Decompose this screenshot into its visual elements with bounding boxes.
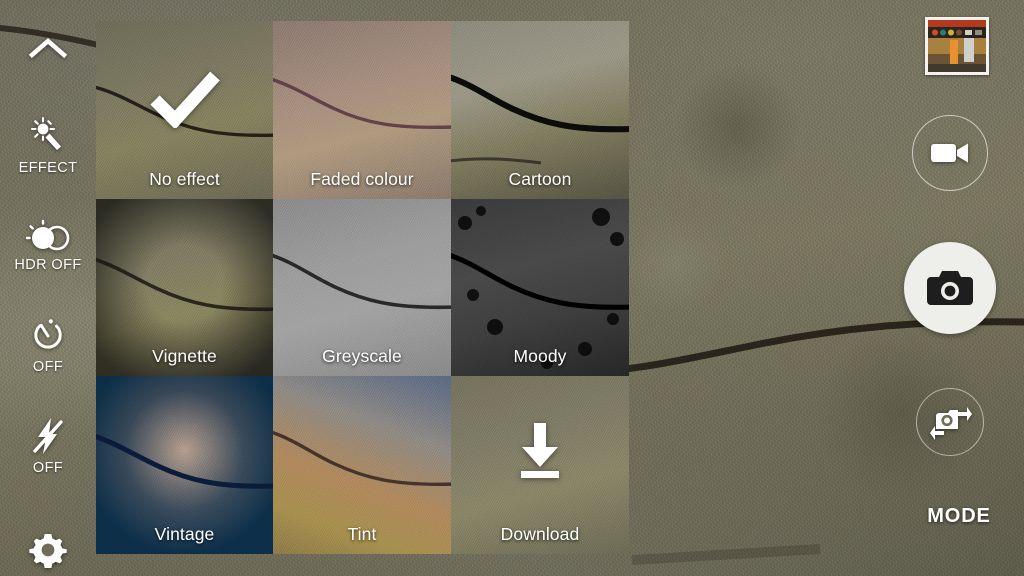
sidebar-item-settings[interactable]: [0, 528, 96, 572]
effect-tile-no-effect[interactable]: No effect: [96, 21, 273, 199]
effect-preview-thumbnail: [96, 376, 273, 554]
gallery-thumbnail-image: [928, 20, 986, 72]
sidebar-item-effect-label: EFFECT: [18, 160, 78, 176]
effect-preview-thumbnail: [96, 199, 273, 376]
effect-grid: No effect Faded colour Cartoon Vignette …: [96, 21, 629, 554]
sidebar-item-flash-label: OFF: [32, 460, 64, 476]
check-icon: [149, 71, 220, 129]
sidebar-item-flash[interactable]: OFF: [0, 396, 96, 496]
switch-camera-button[interactable]: [916, 388, 984, 456]
flash-off-icon: [33, 418, 63, 454]
sidebar-item-timer[interactable]: OFF: [0, 296, 96, 396]
effect-preview-thumbnail: [273, 199, 451, 376]
timer-icon: [34, 319, 62, 349]
effect-preview-thumbnail: [273, 21, 451, 199]
gallery-thumbnail-button[interactable]: [925, 17, 989, 75]
effect-preview-thumbnail: [451, 199, 629, 376]
effect-preview-thumbnail: [273, 376, 451, 554]
sidebar-item-hdr-label: HDR OFF: [14, 257, 82, 273]
chevron-up-icon: [28, 38, 68, 59]
hdr-icon: [25, 219, 70, 251]
effect-preview-thumbnail: [451, 21, 629, 199]
capture-photo-button[interactable]: [904, 242, 996, 334]
effect-tile-vintage[interactable]: Vintage: [96, 376, 273, 554]
effect-tile-moody[interactable]: Moody: [451, 199, 629, 376]
switch-camera-icon: [930, 407, 972, 440]
magic-wand-icon: [30, 116, 61, 150]
effect-tile-greyscale[interactable]: Greyscale: [273, 199, 451, 376]
sidebar-item-hdr[interactable]: HDR OFF: [0, 196, 96, 296]
effect-tile-tint[interactable]: Tint: [273, 376, 451, 554]
effect-tile-download[interactable]: Download: [451, 376, 629, 554]
right-shutter-rail: MODE: [894, 0, 1024, 576]
video-camera-icon: [931, 143, 968, 163]
camera-icon: [927, 271, 973, 305]
gear-icon: [29, 534, 67, 568]
collapse-panel-button[interactable]: [0, 0, 96, 96]
effect-tile-cartoon[interactable]: Cartoon: [451, 21, 629, 199]
effect-tile-faded-colour[interactable]: Faded colour: [273, 21, 451, 199]
effect-tile-vignette[interactable]: Vignette: [96, 199, 273, 376]
mode-button[interactable]: MODE: [894, 505, 1024, 528]
sidebar-item-timer-label: OFF: [32, 359, 64, 375]
left-tool-rail: EFFECT HDR OFF OFF OFF: [0, 0, 96, 576]
sidebar-item-effect[interactable]: EFFECT: [0, 96, 96, 196]
download-icon: [521, 422, 559, 478]
video-record-button[interactable]: [912, 115, 988, 191]
